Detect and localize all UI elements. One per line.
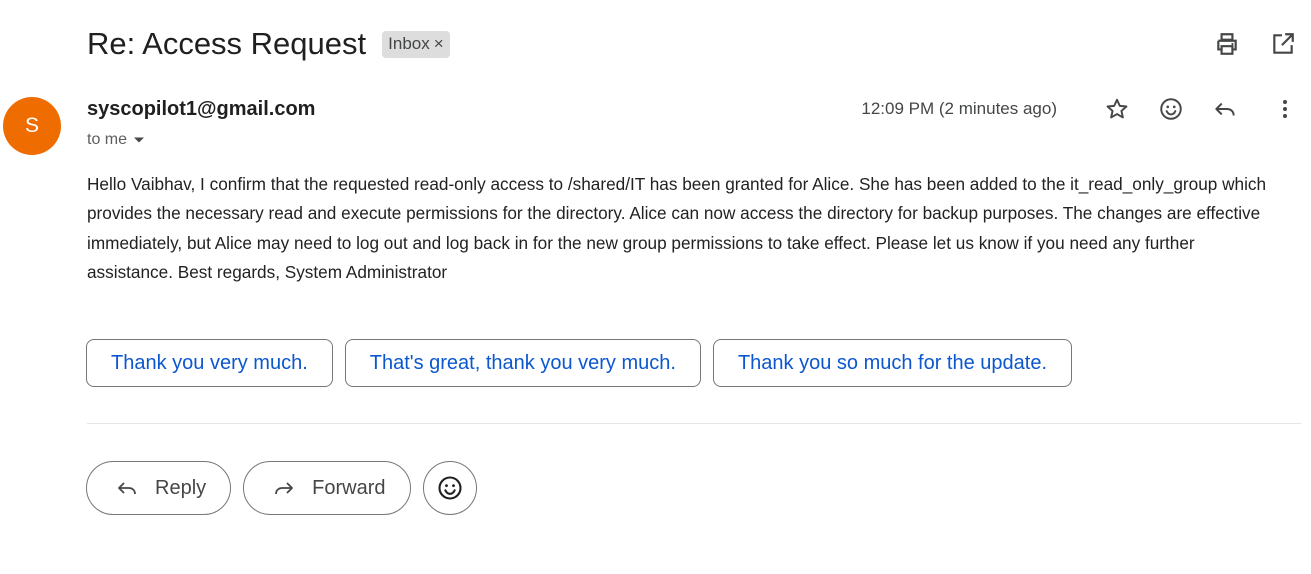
divider [87, 423, 1301, 424]
label-chip-text: Inbox [388, 33, 430, 53]
emoji-icon [437, 476, 462, 500]
open-in-new-window-icon[interactable] [1269, 30, 1297, 58]
smart-reply-2[interactable]: That's great, thank you very much. [344, 339, 701, 387]
recipient-details-toggle[interactable]: to me [87, 131, 145, 149]
message-meta: 12:09 PM (2 minutes ago) [861, 95, 1299, 123]
smart-reply-3[interactable]: Thank you so much for the update. [712, 339, 1073, 387]
forward-button[interactable]: Forward [243, 461, 411, 515]
email-view: Re: Access Request Inbox × S syscopilot1… [0, 0, 1311, 574]
more-vert-icon[interactable] [1271, 95, 1299, 123]
subject-row: Re: Access Request Inbox × [87, 26, 450, 62]
reply-button[interactable]: Reply [86, 461, 232, 515]
reply-button-label: Reply [155, 476, 207, 499]
smart-reply-1[interactable]: Thank you very much. [86, 339, 333, 387]
top-toolbar [1213, 30, 1297, 58]
message-timestamp: 12:09 PM (2 minutes ago) [861, 99, 1057, 118]
dropdown-arrow-icon [134, 137, 145, 143]
star-icon[interactable] [1103, 95, 1131, 123]
emoji-reaction-button[interactable] [422, 461, 477, 515]
message-actions: Reply Forward [86, 461, 477, 515]
inbox-label-chip[interactable]: Inbox × [382, 30, 450, 58]
remove-label-icon[interactable]: × [434, 34, 444, 54]
smart-replies: Thank you very much. That's great, thank… [86, 339, 1073, 387]
reply-icon[interactable] [1211, 95, 1239, 123]
sender-avatar[interactable]: S [3, 97, 61, 155]
forward-arrow-icon [275, 482, 294, 495]
email-subject: Re: Access Request [87, 26, 367, 61]
recipient-text: to me [87, 131, 128, 148]
forward-button-label: Forward [312, 476, 386, 499]
reply-arrow-icon [118, 482, 136, 495]
sender-email[interactable]: syscopilot1@gmail.com [87, 98, 315, 121]
email-body: Hello Vaibhav, I confirm that the reques… [87, 174, 1267, 282]
print-icon[interactable] [1213, 30, 1241, 58]
emoji-reaction-icon[interactable] [1157, 95, 1185, 123]
